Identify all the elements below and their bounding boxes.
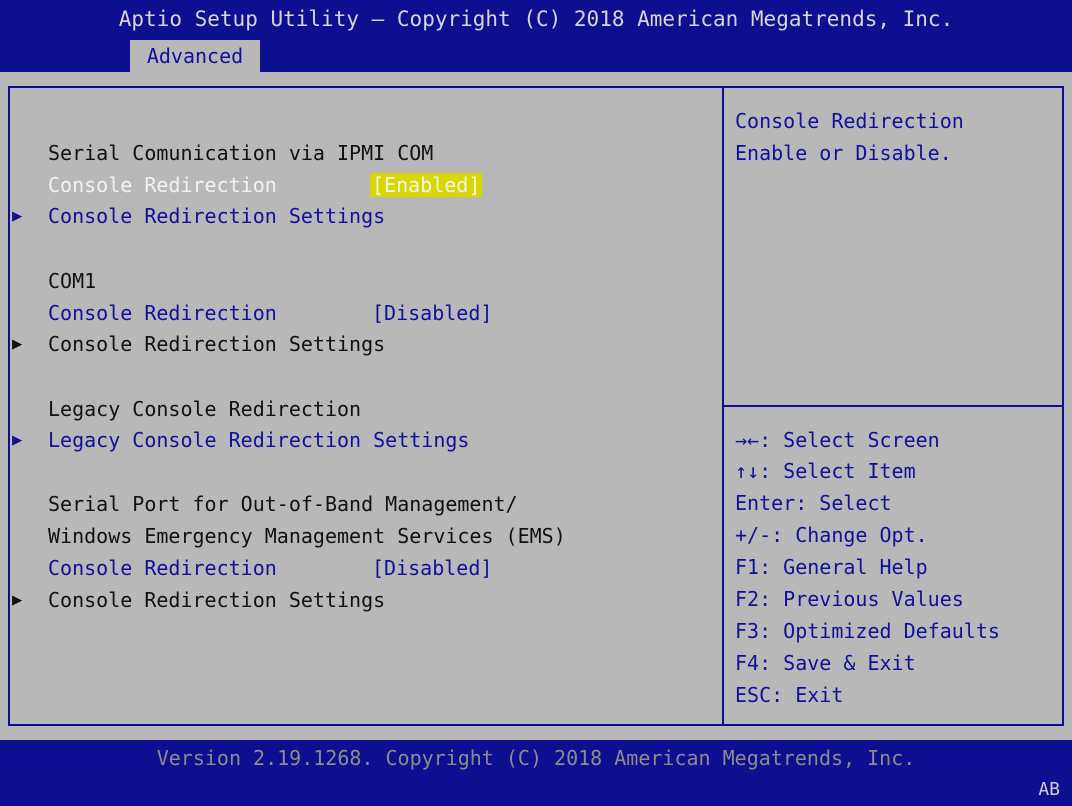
console-redirection-settings-ems[interactable]: Console Redirection Settings [48, 585, 385, 615]
version-text: Version 2.19.1268. Copyright (C) 2018 Am… [156, 746, 916, 770]
console-redirection-ipmi-value[interactable]: [Enabled] [370, 170, 483, 200]
section-heading-legacy: Legacy Console Redirection [48, 397, 362, 421]
key-help-select-screen: →←: Select Screen [735, 428, 940, 452]
key-help-f3: F3: Optimized Defaults [735, 619, 1000, 643]
console-redirection-ems-value[interactable]: [Disabled] [372, 553, 492, 583]
key-help-f4: F4: Save & Exit [735, 651, 916, 675]
section-heading-ipmi-com: Serial Comunication via IPMI COM [48, 141, 434, 165]
console-redirection-ipmi-label-text: Console Redirection [48, 173, 277, 197]
key-help-enter: Enter: Select [735, 491, 892, 515]
console-redirection-settings-com1[interactable]: Console Redirection Settings [48, 329, 385, 359]
help-text-line1: Console Redirection [735, 109, 964, 133]
console-redirection-settings-ipmi[interactable]: Console Redirection Settings [48, 201, 385, 231]
key-help-change-opt: +/-: Change Opt. [735, 523, 928, 547]
legacy-console-redirection-settings[interactable]: Legacy Console Redirection Settings [48, 425, 469, 455]
app-title: Aptio Setup Utility – Copyright (C) 2018… [118, 7, 954, 31]
help-text-line2: Enable or Disable. [735, 141, 952, 165]
bios-setup-screen: Aptio Setup Utility – Copyright (C) 2018… [0, 0, 1072, 806]
console-redirection-com1-value[interactable]: [Disabled] [372, 298, 492, 328]
tab-advanced[interactable]: Advanced [130, 40, 260, 72]
help-divider [724, 405, 1064, 407]
submenu-arrow-icon: ▶ [12, 430, 23, 450]
console-redirection-ipmi-value-text: [Enabled] [370, 173, 483, 197]
submenu-arrow-icon: ▶ [12, 206, 23, 226]
submenu-arrow-icon: ▶ [12, 334, 23, 354]
section-heading-ems-line2: Windows Emergency Management Services (E… [48, 524, 566, 548]
key-help-f2: F2: Previous Values [735, 587, 964, 611]
key-help-select-item: ↑↓: Select Item [735, 459, 916, 483]
post-code: AB [1038, 779, 1060, 800]
key-help-f1: F1: General Help [735, 555, 928, 579]
console-redirection-ems-label[interactable]: Console Redirection [48, 553, 277, 583]
section-heading-ems-line1: Serial Port for Out-of-Band Management/ [48, 492, 518, 516]
section-heading-com1: COM1 [48, 269, 97, 293]
submenu-arrow-icon: ▶ [12, 590, 23, 610]
console-redirection-com1-label[interactable]: Console Redirection [48, 298, 277, 328]
console-redirection-ipmi-label[interactable]: Console Redirection [48, 170, 277, 200]
key-help-esc: ESC: Exit [735, 683, 844, 707]
